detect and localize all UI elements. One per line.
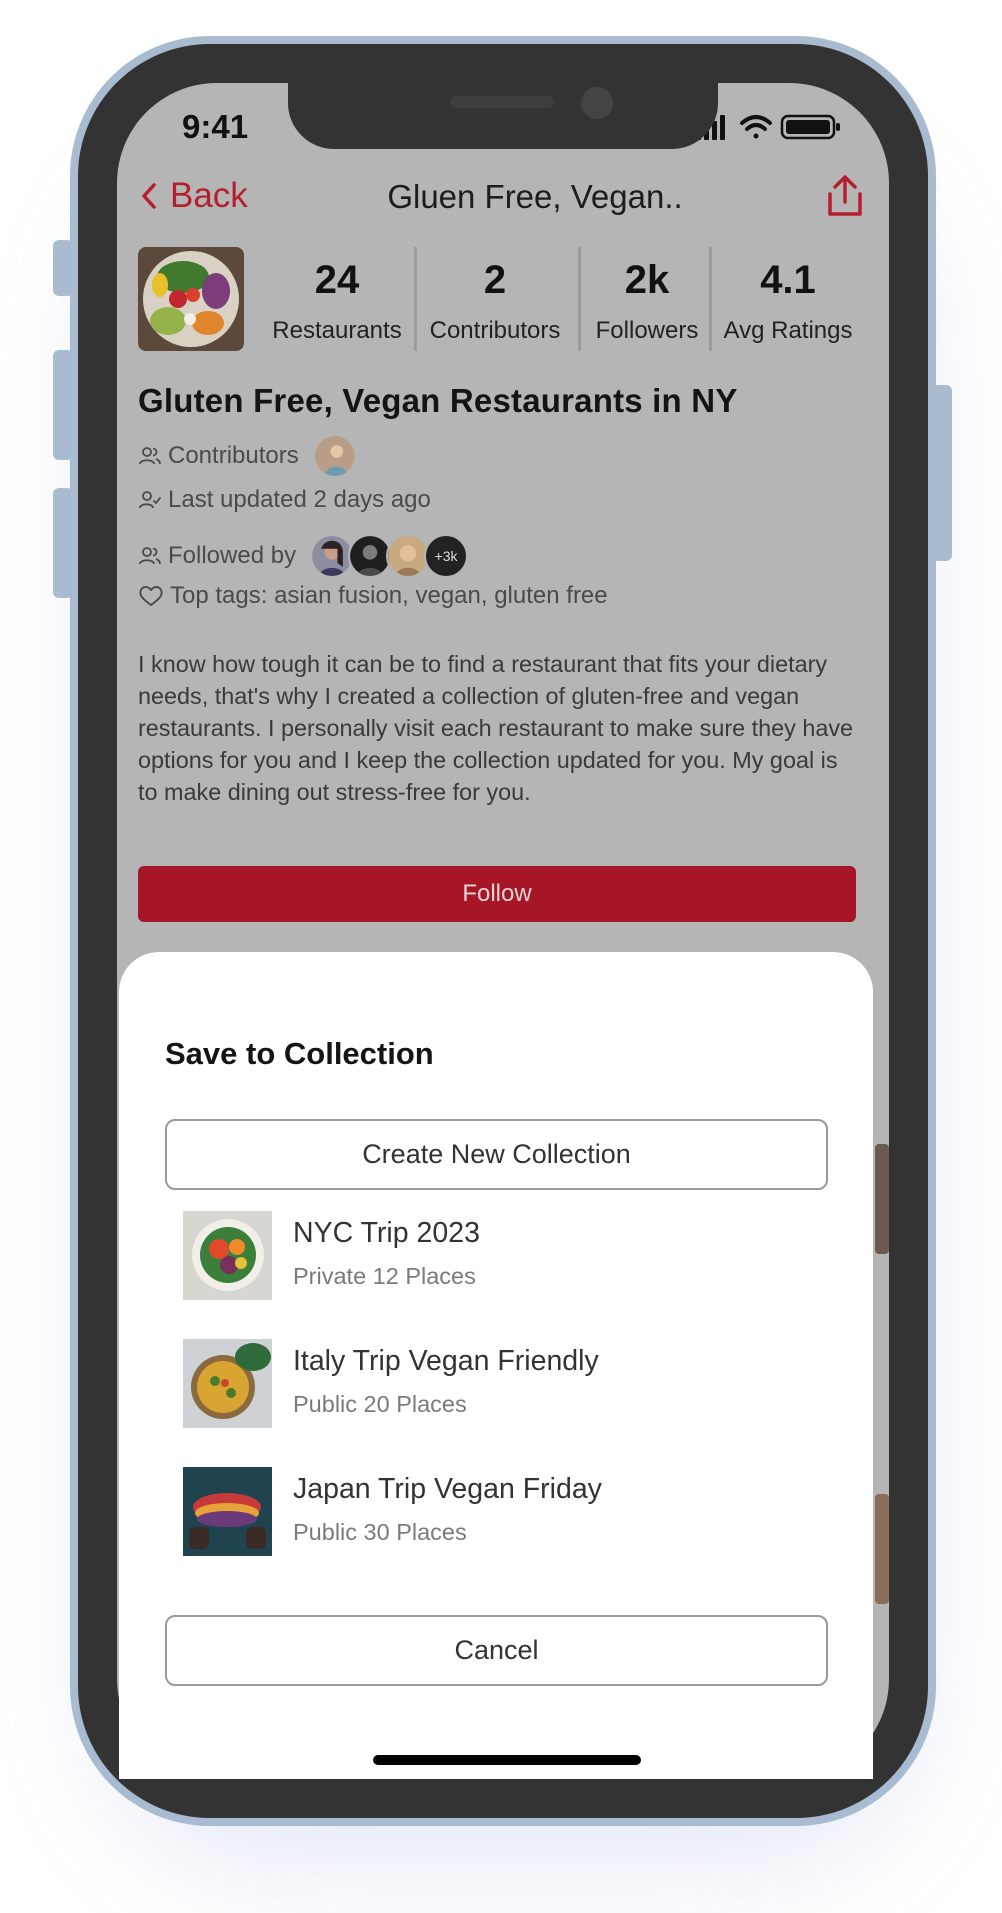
users-icon: [139, 547, 161, 565]
top-tags-text: Top tags: asian fusion, vegan, gluten fr…: [170, 582, 608, 609]
sheet-title: Save to Collection: [165, 1036, 434, 1071]
collection-item-meta: Private 12 Places: [293, 1263, 476, 1289]
stat-label: Restaurants: [272, 317, 402, 344]
stat-label: Followers: [595, 317, 699, 344]
background-item-image: [875, 1494, 889, 1604]
stat-value: 4.1: [760, 258, 816, 302]
collection-thumbnail: [138, 247, 244, 351]
home-indicator: [373, 1755, 641, 1765]
notch: [288, 83, 718, 149]
mute-switch: [53, 240, 73, 296]
stat-restaurants: 24 Restaurants: [262, 256, 412, 346]
collection-item-thumbnail: [183, 1467, 272, 1556]
back-button[interactable]: Back: [140, 176, 248, 216]
stat-value: 24: [314, 258, 360, 302]
stat-followers: 2k Followers: [584, 256, 710, 346]
follow-button[interactable]: Follow: [138, 866, 856, 922]
collection-item-name: Italy Trip Vegan Friendly: [293, 1345, 599, 1377]
stat-value: 2k: [624, 258, 670, 302]
collection-description: I know how tough it can be to find a res…: [138, 651, 854, 805]
collection-title: Gluten Free, Vegan Restaurants in NY: [138, 382, 738, 419]
followed-by-label: Followed by: [168, 542, 297, 569]
contributor-avatar[interactable]: [312, 434, 357, 478]
collection-item-meta: Public 20 Places: [293, 1391, 467, 1417]
back-label: Back: [170, 176, 248, 215]
collection-item-meta: Public 30 Places: [293, 1519, 467, 1545]
last-updated-text: Last updated 2 days ago: [168, 486, 431, 513]
follower-avatars[interactable]: +3k: [310, 534, 469, 578]
volume-up-button: [53, 350, 73, 460]
collection-item-thumbnail: [183, 1339, 272, 1428]
stat-avg-ratings: 4.1 Avg Ratings: [715, 256, 861, 346]
stat-divider: [578, 247, 581, 351]
speaker: [450, 96, 554, 108]
nav-title: Gluen Free, Vegan..: [387, 178, 683, 215]
collection-item-name: Japan Trip Vegan Friday: [293, 1473, 602, 1505]
collection-item-nyc-trip[interactable]: NYC Trip 2023 Private 12 Places: [183, 1211, 823, 1301]
create-new-collection-button[interactable]: Create New Collection: [165, 1119, 828, 1190]
background-item-image: [875, 1144, 889, 1254]
front-camera: [581, 87, 613, 119]
stat-label: Avg Ratings: [723, 317, 853, 344]
status-time: 9:41: [182, 108, 249, 145]
top-tags-row: Top tags: asian fusion, vegan, gluten fr…: [138, 582, 608, 610]
user-check-icon: [139, 491, 161, 509]
power-button: [932, 385, 952, 561]
stat-divider: [414, 247, 417, 351]
stat-value: 2: [483, 258, 507, 302]
contributors-label: Contributors: [168, 442, 299, 469]
last-updated-row: Last updated 2 days ago: [138, 486, 431, 514]
collection-item-name: NYC Trip 2023: [293, 1217, 480, 1249]
stat-divider: [709, 247, 712, 351]
volume-down-button: [53, 488, 73, 598]
battery-icon: [780, 114, 840, 140]
collection-item-japan-trip[interactable]: Japan Trip Vegan Friday Public 30 Places: [183, 1467, 823, 1557]
stat-contributors: 2 Contributors: [420, 256, 570, 346]
chevron-left-icon: [142, 183, 156, 209]
status-icons: [696, 114, 840, 140]
collection-item-italy-trip[interactable]: Italy Trip Vegan Friendly Public 20 Plac…: [183, 1339, 823, 1429]
more-followers-badge: +3k: [424, 534, 469, 578]
wifi-icon: [740, 115, 772, 139]
heart-icon: [139, 586, 163, 606]
users-icon: [139, 447, 161, 465]
stat-label: Contributors: [429, 317, 561, 344]
collection-item-thumbnail: [183, 1211, 272, 1300]
followed-by-row: Followed by +3k: [138, 534, 469, 578]
contributors-row: Contributors: [138, 434, 357, 478]
share-icon[interactable]: [824, 174, 866, 218]
cancel-button[interactable]: Cancel: [165, 1615, 828, 1686]
